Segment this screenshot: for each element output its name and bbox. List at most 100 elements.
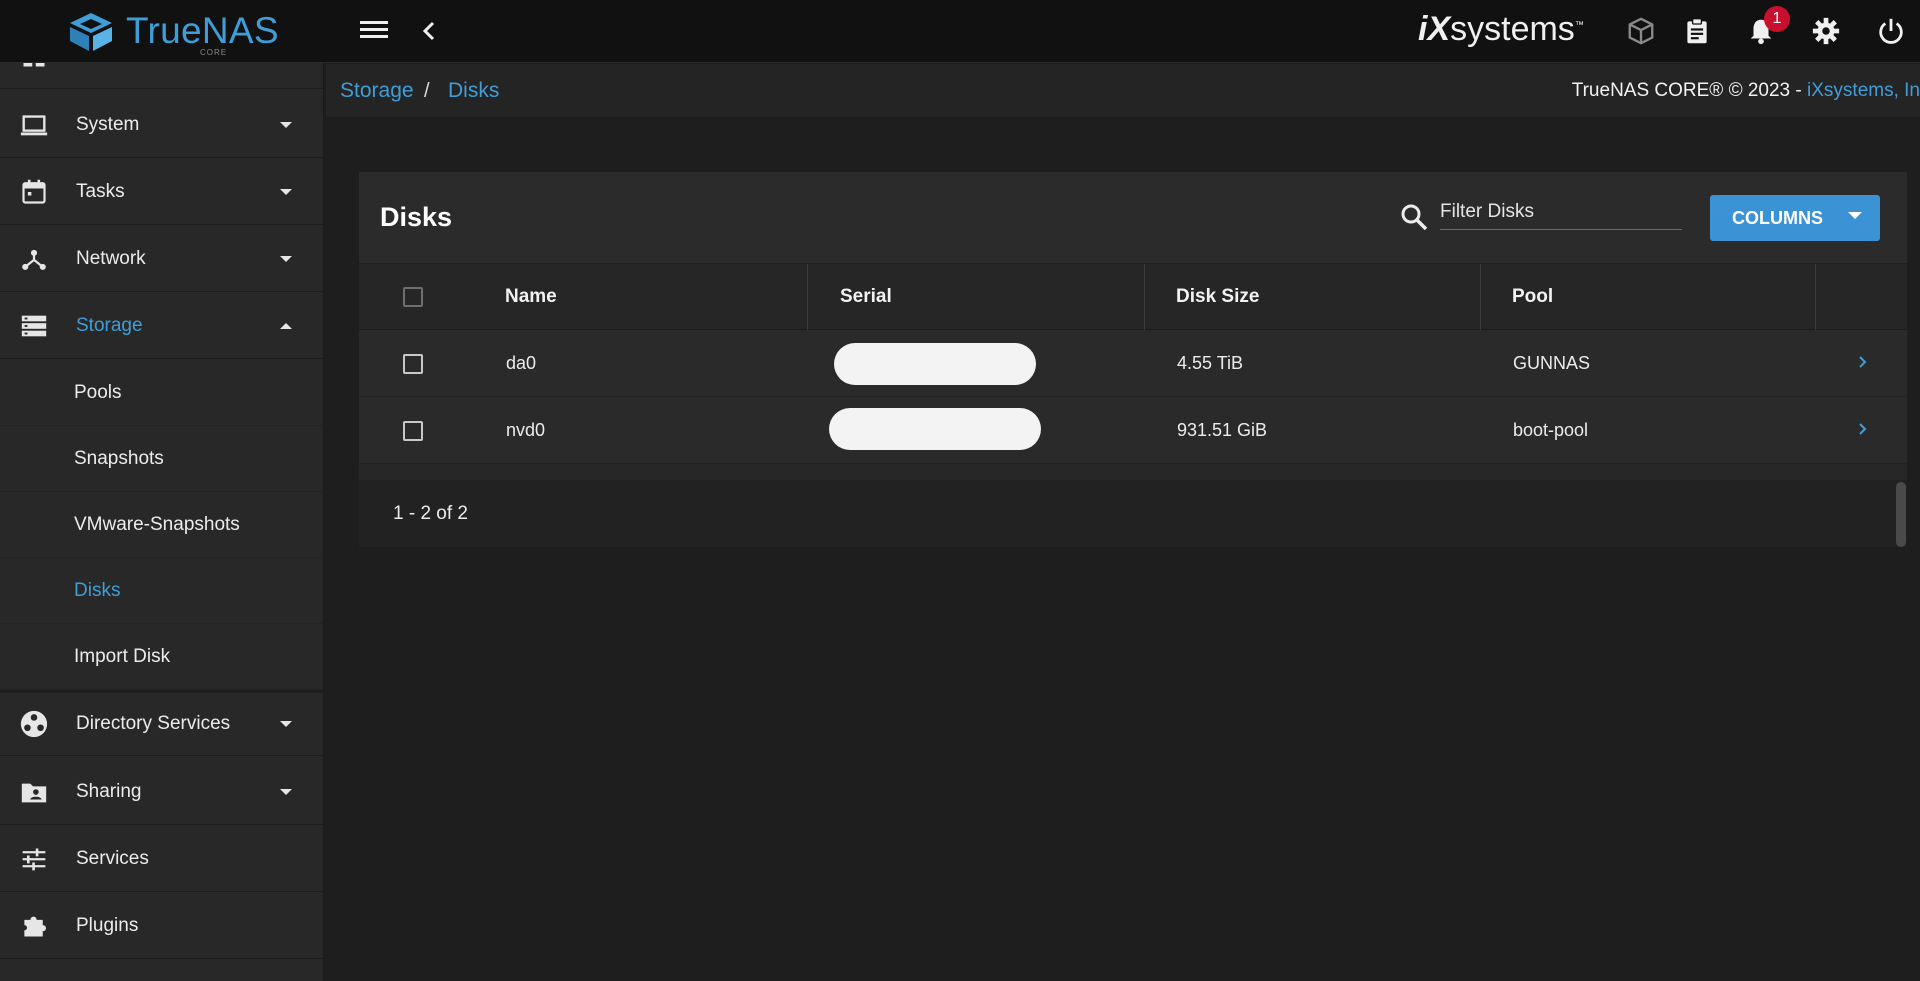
clipboard-icon[interactable] bbox=[1678, 12, 1716, 50]
chevron-right-icon[interactable] bbox=[1853, 350, 1873, 374]
sidebar-item-sharing[interactable]: Sharing bbox=[0, 759, 323, 825]
caret-down-icon bbox=[280, 188, 292, 195]
redacted-serial bbox=[834, 343, 1036, 385]
notification-badge: 1 bbox=[1764, 6, 1790, 32]
columns-button[interactable]: COLUMNS bbox=[1710, 195, 1880, 241]
cell-name: nvd0 bbox=[506, 420, 546, 440]
table-row[interactable]: nvd0 931.51 GiB boot-pool bbox=[359, 397, 1907, 464]
folder-share-icon bbox=[18, 776, 50, 808]
sidebar-item-network[interactable]: Network bbox=[0, 226, 323, 292]
sidebar-item-label: Directory Services bbox=[76, 713, 231, 734]
logo-sub-text: CORE bbox=[200, 48, 228, 57]
sidebar-item-label: Plugins bbox=[76, 914, 139, 936]
breadcrumb-separator: / bbox=[424, 80, 430, 102]
sidebar-subitem-label: Snapshots bbox=[74, 447, 164, 469]
sliders-icon bbox=[18, 843, 50, 875]
copyright-text: TrueNAS CORE® © 2023 - iXsystems, In bbox=[1572, 80, 1920, 102]
columns-button-label: COLUMNS bbox=[1732, 208, 1823, 228]
sidebar-subitem-disks[interactable]: Disks bbox=[0, 558, 323, 624]
cell-disk-size: 4.55 TiB bbox=[1177, 353, 1244, 373]
breadcrumb: Storage / Disks TrueNAS CORE® © 2023 - i… bbox=[326, 64, 1920, 118]
pagination-range: 1 - 2 of 2 bbox=[393, 503, 468, 524]
row-checkbox[interactable] bbox=[403, 421, 423, 441]
ixsystems-logo[interactable]: iXsystems™ bbox=[1418, 10, 1584, 49]
menu-icon[interactable] bbox=[358, 18, 390, 44]
breadcrumb-storage[interactable]: Storage bbox=[340, 79, 414, 103]
card-header: Disks COLUMNS bbox=[359, 172, 1907, 264]
sidebar-item-next-partial[interactable] bbox=[0, 960, 323, 981]
logo-text: TrueNAS bbox=[126, 10, 279, 51]
sidebar-subitem-snapshots[interactable]: Snapshots bbox=[0, 426, 323, 492]
row-checkbox[interactable] bbox=[403, 354, 423, 374]
column-divider bbox=[1480, 264, 1481, 330]
truenas-logo[interactable]: TrueNAS CORE bbox=[66, 8, 279, 57]
caret-up-icon bbox=[280, 322, 292, 329]
select-all-checkbox[interactable] bbox=[403, 287, 423, 307]
sidebar-item-tasks[interactable]: Tasks bbox=[0, 159, 323, 225]
column-divider bbox=[1815, 264, 1816, 330]
breadcrumb-disks[interactable]: Disks bbox=[448, 79, 499, 103]
search-icon bbox=[1401, 204, 1428, 231]
sidebar-subitem-pools[interactable]: Pools bbox=[0, 360, 323, 426]
page-title: Disks bbox=[380, 202, 453, 232]
truecommand-icon[interactable] bbox=[1622, 12, 1660, 50]
sidebar-subitem-label: Pools bbox=[74, 381, 122, 403]
cell-pool: GUNNAS bbox=[1513, 353, 1591, 373]
sidebar-subitem-vmware-snapshots[interactable]: VMware-Snapshots bbox=[0, 492, 323, 558]
column-divider bbox=[1144, 264, 1145, 330]
chevron-right-icon[interactable] bbox=[1853, 417, 1873, 441]
redacted-serial bbox=[829, 408, 1041, 450]
column-header-disk-size[interactable]: Disk Size bbox=[1176, 264, 1259, 330]
scrollbar[interactable] bbox=[1896, 482, 1906, 547]
sidebar-subitem-label: VMware-Snapshots bbox=[74, 513, 240, 535]
copyright-label: TrueNAS CORE® © 2023 - bbox=[1571, 80, 1808, 101]
sidebar-item-system[interactable]: System bbox=[0, 92, 323, 158]
caret-down-icon bbox=[280, 255, 292, 262]
cell-disk-size: 931.51 GiB bbox=[1177, 420, 1268, 440]
laptop-icon bbox=[18, 109, 50, 141]
list-icon bbox=[18, 977, 50, 981]
column-header-serial[interactable]: Serial bbox=[840, 264, 892, 330]
disks-card: Disks COLUMNS Name Serial Disk Size Pool… bbox=[359, 172, 1907, 547]
top-bar: TrueNAS CORE iXsystems™ 1 bbox=[0, 0, 1920, 63]
sidebar-subitem-import-disk[interactable]: Import Disk bbox=[0, 624, 323, 690]
sidebar-item-label: Sharing bbox=[76, 780, 142, 802]
table-row[interactable]: da0 4.55 TiB GUNNAS bbox=[359, 330, 1907, 397]
sidebar-item-label: Network bbox=[76, 247, 146, 269]
column-header-pool[interactable]: Pool bbox=[1512, 264, 1553, 330]
storage-icon bbox=[18, 310, 50, 342]
accounts-icon bbox=[18, 63, 50, 72]
filter-disks-input[interactable] bbox=[1440, 194, 1682, 230]
ix-logo-mark: iX bbox=[1418, 10, 1451, 48]
network-icon bbox=[18, 243, 50, 275]
sidebar-subitem-label: Disks bbox=[74, 579, 121, 601]
sidebar-item-label: Tasks bbox=[76, 180, 125, 202]
cell-pool: boot-pool bbox=[1513, 420, 1589, 440]
sidebar-item-services[interactable]: Services bbox=[0, 826, 323, 892]
sidebar-subitem-label: Import Disk bbox=[74, 645, 171, 667]
sidebar-item-accounts-partial[interactable] bbox=[0, 63, 323, 89]
sidebar-item-label: Services bbox=[76, 847, 149, 869]
caret-down-icon bbox=[280, 788, 292, 795]
sidebar: System Tasks Network Storage Pools Snaps… bbox=[0, 63, 324, 981]
column-divider bbox=[807, 264, 808, 330]
power-icon[interactable] bbox=[1872, 12, 1910, 50]
sidebar-item-directory-services[interactable]: Directory Services bbox=[0, 690, 323, 756]
sidebar-item-label: System bbox=[76, 113, 140, 135]
puzzle-icon bbox=[18, 910, 50, 942]
column-header-name[interactable]: Name bbox=[505, 264, 557, 330]
sidebar-item-label: Storage bbox=[76, 314, 143, 336]
truenas-logo-icon bbox=[70, 13, 112, 51]
caret-down-icon bbox=[1848, 212, 1862, 219]
sidebar-item-plugins[interactable]: Plugins bbox=[0, 893, 323, 959]
calendar-icon bbox=[18, 176, 50, 208]
copyright-link[interactable]: iXsystems, In bbox=[1807, 80, 1920, 101]
ix-logo-text: systems bbox=[1450, 10, 1575, 48]
caret-down-icon bbox=[280, 721, 292, 727]
back-icon[interactable] bbox=[414, 14, 444, 48]
gear-icon[interactable] bbox=[1807, 12, 1845, 50]
table-header: Name Serial Disk Size Pool bbox=[359, 264, 1907, 330]
cell-name: da0 bbox=[506, 353, 537, 373]
bell-icon[interactable]: 1 bbox=[1742, 6, 1790, 50]
sidebar-item-storage[interactable]: Storage bbox=[0, 293, 323, 359]
